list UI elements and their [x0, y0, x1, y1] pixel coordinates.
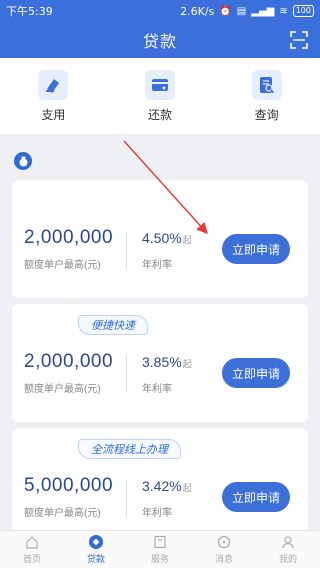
rate-value: 4.50% [142, 230, 182, 246]
sim-icon: ▤ [236, 5, 247, 17]
annual-rate: 3.42%起 [142, 478, 192, 494]
quick-actions: 支用 还款 查询 [0, 58, 320, 134]
bottom-tab-bar: 首页 贷款 服务 消息 我的 [0, 530, 320, 568]
tab-message[interactable]: 消息 [192, 531, 256, 568]
apply-button[interactable]: 立即申请 [222, 234, 290, 264]
max-amount: 2,000,000 [24, 227, 114, 248]
rate-label: 年利率 [142, 508, 172, 519]
annual-rate: 4.50%起 [142, 230, 192, 246]
rate-value: 3.85% [142, 354, 182, 370]
quick-action-label: 查询 [254, 107, 279, 122]
rate-suffix: 起 [182, 235, 192, 245]
tab-label: 首页 [22, 554, 41, 564]
product-tag: 全流程线上办理 [78, 439, 181, 459]
max-amount: 5,000,000 [24, 475, 114, 496]
divider [126, 480, 127, 516]
tab-loan[interactable]: 贷款 [64, 531, 128, 568]
rate-value: 3.42% [142, 478, 182, 494]
alarm-icon: ⏰ [219, 5, 232, 17]
tab-profile[interactable]: 我的 [256, 531, 320, 568]
service-icon [152, 534, 168, 550]
scan-icon[interactable] [290, 31, 308, 49]
loan-product-card[interactable]: 便捷快速 2,000,000 额度单户最高(元) 3.85%起 年利率 立即申请 [12, 304, 308, 422]
network-speed: 2.6K/s [180, 4, 215, 18]
message-icon [216, 534, 232, 550]
tab-service[interactable]: 服务 [128, 531, 192, 568]
divider [126, 356, 127, 392]
rate-suffix: 起 [182, 359, 192, 369]
battery-icon: 100 [292, 5, 314, 17]
tab-label: 消息 [214, 554, 233, 564]
rate-label: 年利率 [142, 384, 172, 395]
product-list: 2,000,000 额度单户最高(元) 4.50%起 年利率 立即申请 便捷快速… [0, 140, 320, 530]
amount-label: 额度单户最高(元) [24, 508, 101, 519]
max-amount: 2,000,000 [24, 351, 114, 372]
status-bar: 下午5:39 2.6K/s ⏰ ▤ ▂▄▆ ≋ 100 [0, 0, 320, 22]
tab-label: 贷款 [86, 554, 105, 564]
quick-action-repay[interactable]: 还款 [120, 69, 200, 123]
signal-icon: ▂▄▆ [251, 5, 275, 17]
annual-rate: 3.85%起 [142, 354, 192, 370]
apply-button[interactable]: 立即申请 [222, 358, 290, 388]
amount-label: 额度单户最高(元) [24, 384, 101, 395]
status-time: 下午5:39 [6, 5, 53, 18]
withdraw-icon [38, 69, 69, 100]
tab-label: 我的 [278, 554, 297, 564]
wifi-icon: ≋ [279, 5, 288, 17]
rate-label: 年利率 [142, 260, 172, 271]
money-bag-icon [14, 152, 32, 170]
repay-icon [144, 69, 175, 100]
rate-suffix: 起 [182, 483, 192, 493]
loan-icon [88, 534, 104, 550]
quick-action-withdraw[interactable]: 支用 [13, 69, 93, 123]
status-indicators: 2.6K/s ⏰ ▤ ▂▄▆ ≋ 100 [180, 5, 314, 18]
loan-product-card[interactable]: 全流程线上办理 5,000,000 额度单户最高(元) 3.42%起 年利率 立… [12, 428, 308, 530]
title-bar: 贷款 [0, 22, 320, 58]
quick-action-query[interactable]: 查询 [227, 69, 307, 123]
home-icon [24, 534, 40, 550]
apply-button[interactable]: 立即申请 [222, 482, 290, 512]
quick-action-label: 还款 [147, 107, 172, 122]
profile-icon [280, 534, 296, 550]
tab-home[interactable]: 首页 [0, 531, 64, 568]
quick-action-label: 支用 [41, 107, 66, 122]
tab-label: 服务 [150, 554, 169, 564]
loan-product-card[interactable]: 2,000,000 额度单户最高(元) 4.50%起 年利率 立即申请 [12, 180, 308, 298]
page-title: 贷款 [142, 34, 177, 51]
product-tag: 便捷快速 [78, 315, 148, 335]
amount-label: 额度单户最高(元) [24, 260, 101, 271]
query-icon [251, 69, 282, 100]
divider [126, 232, 127, 268]
